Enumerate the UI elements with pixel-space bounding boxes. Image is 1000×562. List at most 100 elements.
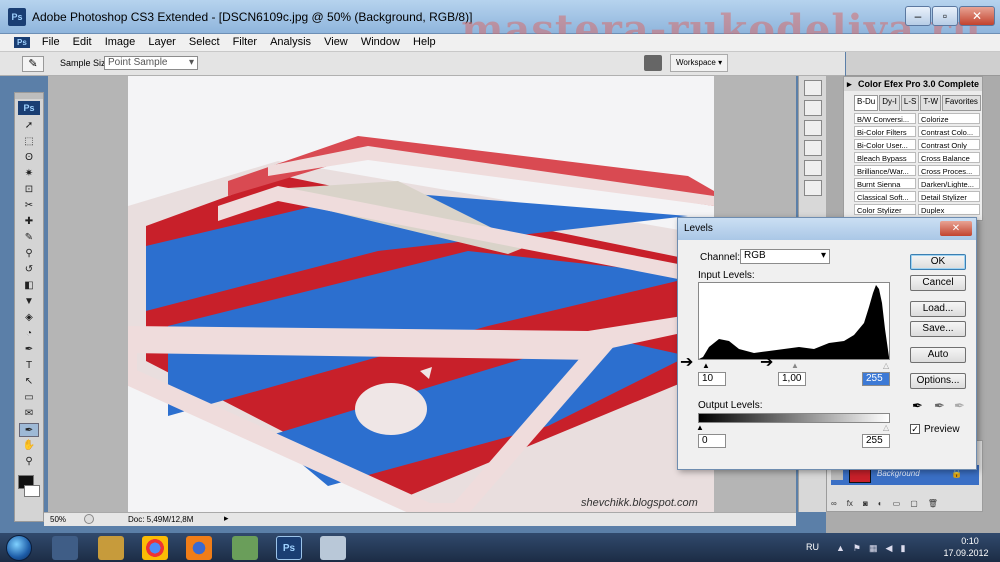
histogram-icon[interactable]: [803, 100, 822, 116]
save-button[interactable]: Save...: [910, 321, 966, 337]
preview-checkbox[interactable]: ✓: [910, 424, 920, 434]
menu-select[interactable]: Select: [184, 34, 225, 50]
slice-tool-icon[interactable]: ✂: [19, 199, 39, 213]
ps-logo[interactable]: Ps: [18, 101, 40, 115]
paint-bucket-tool-icon[interactable]: ▼: [19, 295, 39, 309]
input-white-field[interactable]: 255: [862, 372, 890, 386]
white-eyedropper-icon[interactable]: ✒: [954, 398, 965, 414]
input-black-field[interactable]: 10: [698, 372, 726, 386]
actions-icon[interactable]: [803, 140, 822, 156]
output-white-slider[interactable]: △: [883, 423, 889, 432]
color-efex-filter-button[interactable]: Detail Stylizer: [918, 191, 980, 202]
mask-icon[interactable]: ◙: [863, 499, 868, 511]
toolbox-grip[interactable]: [15, 93, 43, 99]
ok-button[interactable]: OK: [910, 254, 966, 270]
color-efex-filter-button[interactable]: Colorize: [918, 113, 980, 124]
output-black-field[interactable]: 0: [698, 434, 726, 448]
link-icon[interactable]: ∞: [831, 499, 837, 511]
color-efex-filter-button[interactable]: Bi-Color User...: [854, 139, 916, 150]
start-button[interactable]: [6, 535, 32, 561]
network-icon[interactable]: ▦: [869, 543, 878, 553]
color-efex-tab[interactable]: Dy-I: [879, 95, 900, 111]
white-point-slider[interactable]: △: [883, 361, 889, 370]
options-button[interactable]: Options...: [910, 373, 966, 389]
document-icon[interactable]: Ps: [14, 37, 30, 48]
magic-wand-tool-icon[interactable]: ✷: [19, 167, 39, 181]
color-efex-filter-button[interactable]: Darken/Lighte...: [918, 178, 980, 189]
clock-time[interactable]: 0:10: [948, 536, 992, 546]
color-efex-filter-button[interactable]: Contrast Only: [918, 139, 980, 150]
menu-layer[interactable]: Layer: [143, 34, 181, 50]
cancel-button[interactable]: Cancel: [910, 275, 966, 291]
info-icon[interactable]: [803, 120, 822, 136]
pen-tool-icon[interactable]: ✒: [19, 343, 39, 357]
color-efex-tab[interactable]: B-Du: [854, 95, 879, 111]
output-white-field[interactable]: 255: [862, 434, 890, 448]
zoom-tool-icon[interactable]: ⚲: [19, 455, 39, 469]
gamma-slider[interactable]: ▲: [791, 361, 799, 370]
group-icon[interactable]: ▭: [893, 499, 901, 511]
gray-eyedropper-icon[interactable]: ✒: [934, 398, 945, 414]
menu-file[interactable]: File: [37, 34, 65, 50]
status-menu-arrow-icon[interactable]: ▸: [224, 513, 229, 524]
color-efex-filter-button[interactable]: Bi-Color Filters: [854, 126, 916, 137]
language-indicator[interactable]: RU: [806, 542, 819, 552]
menu-analysis[interactable]: Analysis: [265, 34, 316, 50]
clock-date[interactable]: 17.09.2012: [938, 548, 994, 558]
close-window-button[interactable]: ✕: [959, 6, 995, 26]
hand-tool-icon[interactable]: ✋: [19, 439, 39, 453]
dodge-tool-icon[interactable]: ◔: [19, 327, 39, 341]
color-efex-filter-button[interactable]: Bleach Bypass: [854, 152, 916, 163]
eraser-tool-icon[interactable]: ◧: [19, 279, 39, 293]
background-color-swatch[interactable]: [24, 485, 40, 497]
channel-select[interactable]: RGB ▾: [740, 249, 830, 264]
notes-tool-icon[interactable]: ✉: [19, 407, 39, 421]
history-icon[interactable]: [803, 160, 822, 176]
input-gamma-field[interactable]: 1,00: [778, 372, 806, 386]
color-efex-filter-button[interactable]: Color Stylizer: [854, 204, 916, 215]
color-efex-filter-button[interactable]: Duplex: [918, 204, 980, 215]
history-brush-tool-icon[interactable]: ↺: [19, 263, 39, 277]
sample-size-select[interactable]: Point Sample ▾: [104, 56, 198, 70]
menu-edit[interactable]: Edit: [68, 34, 97, 50]
color-efex-filter-button[interactable]: Brilliance/War...: [854, 165, 916, 176]
crop-tool-icon[interactable]: ⊡: [19, 183, 39, 197]
firefox-icon[interactable]: [186, 536, 212, 560]
brush-tool-icon[interactable]: ✎: [19, 231, 39, 245]
color-efex-filter-button[interactable]: Contrast Colo...: [918, 126, 980, 137]
black-eyedropper-icon[interactable]: ✒: [912, 398, 923, 414]
output-black-slider[interactable]: ▲: [696, 423, 704, 432]
chrome-icon[interactable]: [142, 536, 168, 560]
marquee-tool-icon[interactable]: ⬚: [19, 135, 39, 149]
lasso-tool-icon[interactable]: ʘ: [19, 151, 39, 165]
menu-help[interactable]: Help: [408, 34, 441, 50]
minimize-button[interactable]: –: [905, 6, 931, 26]
color-efex-filter-button[interactable]: Cross Balance: [918, 152, 980, 163]
color-efex-filter-button[interactable]: Classical Soft...: [854, 191, 916, 202]
media-player-icon[interactable]: [52, 536, 78, 560]
tray-arrow-icon[interactable]: ▲: [836, 543, 845, 553]
eyedropper-tool-icon[interactable]: ✒: [19, 423, 39, 437]
path-select-tool-icon[interactable]: ↖: [19, 375, 39, 389]
color-efex-tab[interactable]: Favorites: [942, 95, 981, 111]
brushes-icon[interactable]: [803, 180, 822, 196]
photoshop-taskbar-icon[interactable]: Ps: [276, 536, 302, 560]
status-icon[interactable]: [84, 514, 94, 524]
close-icon[interactable]: ✕: [940, 221, 972, 236]
explorer-icon[interactable]: [98, 536, 124, 560]
color-efex-filter-button[interactable]: Burnt Sienna: [854, 178, 916, 189]
color-efex-tab[interactable]: T-W: [920, 95, 942, 111]
maximize-button[interactable]: ▫: [932, 6, 958, 26]
workspace-button[interactable]: Workspace ▾: [670, 54, 728, 72]
auto-button[interactable]: Auto: [910, 347, 966, 363]
color-efex-tab[interactable]: L-S: [900, 95, 920, 111]
levels-titlebar[interactable]: Levels ✕: [678, 218, 976, 240]
black-point-slider[interactable]: ▲: [702, 361, 710, 370]
palette-well-icon[interactable]: [644, 55, 662, 71]
menu-window[interactable]: Window: [356, 34, 405, 50]
clone-tool-icon[interactable]: ⚲: [19, 247, 39, 261]
adjustment-icon[interactable]: ◐: [878, 499, 883, 511]
eyedropper-preset-icon[interactable]: ✎: [22, 56, 44, 72]
fx-icon[interactable]: fx: [847, 499, 853, 511]
app-icon[interactable]: [232, 536, 258, 560]
